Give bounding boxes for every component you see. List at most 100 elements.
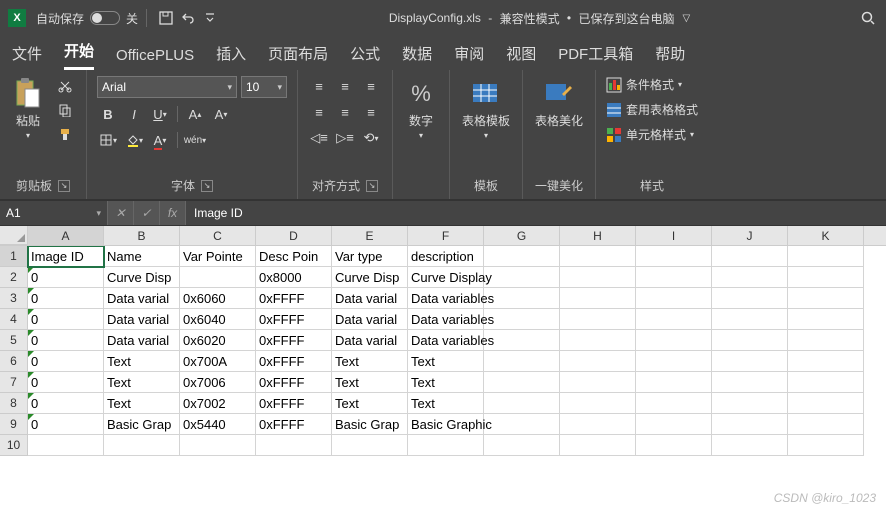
cell[interactable]: Desc Poin	[256, 246, 332, 267]
cell[interactable]	[712, 393, 788, 414]
cell[interactable]	[788, 246, 864, 267]
cell[interactable]: 0xFFFF	[256, 372, 332, 393]
cancel-formula-icon[interactable]: ✕	[108, 201, 134, 225]
col-header-J[interactable]: J	[712, 226, 788, 245]
cell[interactable]: 0xFFFF	[256, 309, 332, 330]
cell[interactable]	[332, 435, 408, 456]
cell[interactable]	[560, 435, 636, 456]
cell[interactable]	[560, 267, 636, 288]
tab-formula[interactable]: 公式	[350, 43, 380, 70]
cell[interactable]: 0x6020	[180, 330, 256, 351]
paste-button[interactable]: 粘贴 ▾	[10, 76, 46, 142]
formula-input[interactable]: Image ID	[186, 201, 886, 225]
cell[interactable]	[484, 267, 560, 288]
cell[interactable]	[712, 246, 788, 267]
cell[interactable]	[636, 288, 712, 309]
cell[interactable]	[636, 351, 712, 372]
align-left-icon[interactable]: ≡	[308, 102, 330, 122]
row-header[interactable]: 4	[0, 309, 28, 330]
cell[interactable]	[560, 372, 636, 393]
enter-formula-icon[interactable]: ✓	[134, 201, 160, 225]
cell[interactable]	[788, 372, 864, 393]
tab-insert[interactable]: 插入	[216, 43, 246, 70]
cell-styles-button[interactable]: 单元格样式▾	[606, 126, 694, 143]
col-header-D[interactable]: D	[256, 226, 332, 245]
cell[interactable]	[484, 351, 560, 372]
tab-home[interactable]: 开始	[64, 40, 94, 70]
cell[interactable]: Data variables	[408, 330, 484, 351]
cell[interactable]: Text	[332, 351, 408, 372]
cell[interactable]	[712, 288, 788, 309]
cell[interactable]: Text	[104, 351, 180, 372]
cell[interactable]	[636, 246, 712, 267]
col-header-E[interactable]: E	[332, 226, 408, 245]
conditional-format-button[interactable]: 条件格式▾	[606, 76, 682, 93]
cell[interactable]	[180, 435, 256, 456]
cell[interactable]	[712, 330, 788, 351]
clipboard-launcher-icon[interactable]: ↘	[58, 180, 70, 192]
chevron-down-icon[interactable]: ▽	[682, 13, 690, 24]
row-header[interactable]: 7	[0, 372, 28, 393]
cell[interactable]	[788, 414, 864, 435]
fx-icon[interactable]: fx	[160, 201, 186, 225]
name-box[interactable]: A1▾	[0, 201, 108, 225]
bold-button[interactable]: B	[97, 104, 119, 124]
cell[interactable]	[712, 267, 788, 288]
cell[interactable]	[484, 372, 560, 393]
cell[interactable]: 0	[28, 393, 104, 414]
cell[interactable]	[636, 267, 712, 288]
cell[interactable]: 0x6060	[180, 288, 256, 309]
tab-officeplus[interactable]: OfficePLUS	[116, 47, 194, 70]
cell[interactable]: 0	[28, 372, 104, 393]
cell[interactable]: Data varial	[332, 330, 408, 351]
align-middle-icon[interactable]: ≡	[334, 76, 356, 96]
cell[interactable]	[484, 330, 560, 351]
cell[interactable]: Basic Grap	[104, 414, 180, 435]
cell[interactable]	[28, 435, 104, 456]
number-format-button[interactable]: % 数字▾	[403, 76, 439, 142]
cell[interactable]: 0x6040	[180, 309, 256, 330]
autosave-toggle[interactable]: 自动保存 关	[36, 10, 138, 27]
row-header[interactable]: 2	[0, 267, 28, 288]
cell[interactable]: Data varial	[104, 309, 180, 330]
row-header[interactable]: 8	[0, 393, 28, 414]
shrink-font-button[interactable]: A▾	[210, 104, 232, 124]
cell[interactable]: Curve Disp	[332, 267, 408, 288]
cell[interactable]	[712, 414, 788, 435]
cell[interactable]: 0	[28, 288, 104, 309]
cell[interactable]	[180, 267, 256, 288]
cell[interactable]: 0x7002	[180, 393, 256, 414]
tab-file[interactable]: 文件	[12, 43, 42, 70]
cell[interactable]	[484, 393, 560, 414]
cell[interactable]	[788, 351, 864, 372]
row-header[interactable]: 6	[0, 351, 28, 372]
cell[interactable]: 0xFFFF	[256, 330, 332, 351]
cell[interactable]: Basic Grap	[332, 414, 408, 435]
align-bottom-icon[interactable]: ≡	[360, 76, 382, 96]
row-header[interactable]: 1	[0, 246, 28, 267]
cell[interactable]	[712, 372, 788, 393]
font-size-combo[interactable]: 10▾	[241, 76, 287, 98]
cell[interactable]	[712, 435, 788, 456]
col-header-K[interactable]: K	[788, 226, 864, 245]
cell[interactable]: 0xFFFF	[256, 351, 332, 372]
select-all-corner[interactable]	[0, 226, 28, 245]
align-center-icon[interactable]: ≡	[334, 102, 356, 122]
cell[interactable]	[788, 435, 864, 456]
cell[interactable]: Data varial	[104, 288, 180, 309]
cell[interactable]: 0xFFFF	[256, 288, 332, 309]
cell[interactable]: Text	[332, 372, 408, 393]
cell[interactable]: Basic Graphic	[408, 414, 484, 435]
cell[interactable]	[788, 309, 864, 330]
cell[interactable]: Data varial	[332, 288, 408, 309]
align-launcher-icon[interactable]: ↘	[366, 180, 378, 192]
spreadsheet-grid[interactable]: ABCDEFGHIJK 1Image IDNameVar PointeDesc …	[0, 226, 886, 511]
cell[interactable]	[712, 309, 788, 330]
increase-indent-icon[interactable]: ▷≡	[334, 128, 356, 148]
search-icon[interactable]	[858, 8, 878, 28]
cell[interactable]	[560, 414, 636, 435]
align-top-icon[interactable]: ≡	[308, 76, 330, 96]
underline-button[interactable]: U▾	[149, 104, 171, 124]
cell[interactable]: Text	[104, 393, 180, 414]
tab-help[interactable]: 帮助	[655, 43, 685, 70]
